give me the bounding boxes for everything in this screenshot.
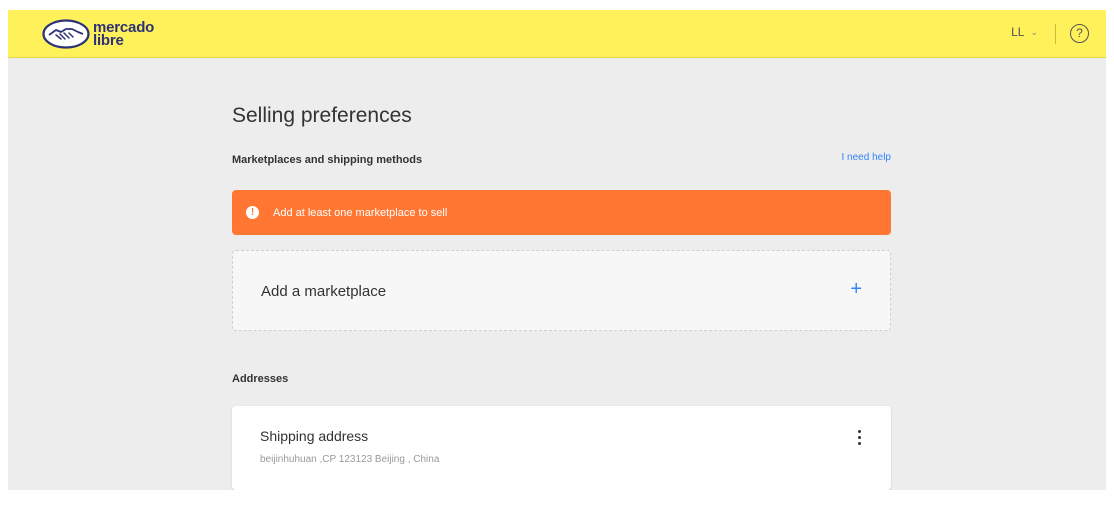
mercadolibre-logo[interactable]: mercado libre	[42, 17, 154, 51]
marketplaces-section-title: Marketplaces and shipping methods	[232, 154, 423, 166]
handshake-logo-icon	[42, 19, 90, 49]
header-bar: mercado libre LL ⌄ ?	[8, 10, 1106, 58]
add-marketplace-label: Add a marketplace	[261, 283, 387, 300]
header-divider	[1055, 24, 1056, 44]
help-circle-icon[interactable]: ?	[1070, 24, 1089, 43]
page-title: Selling preferences	[232, 104, 412, 127]
addresses-section-title: Addresses	[232, 373, 289, 385]
alert-banner: ! Add at least one marketplace to sell	[232, 190, 891, 235]
shipping-address-card[interactable]: Shipping address beijinhuhuan ,CP 123123…	[232, 406, 891, 490]
logo-text: mercado libre	[93, 20, 154, 48]
shipping-address-detail: beijinhuhuan ,CP 123123 Beijing , China	[260, 454, 440, 465]
plus-icon[interactable]: +	[850, 279, 862, 299]
add-marketplace-card[interactable]: Add a marketplace +	[232, 250, 891, 331]
user-menu[interactable]: LL ⌄	[1011, 25, 1038, 39]
alert-text: Add at least one marketplace to sell	[273, 206, 448, 219]
need-help-link[interactable]: I need help	[842, 152, 892, 163]
user-initials: LL	[1011, 25, 1025, 39]
kebab-menu-icon[interactable]	[855, 430, 863, 448]
chevron-down-icon: ⌄	[1030, 26, 1038, 37]
shipping-address-title: Shipping address	[260, 428, 369, 444]
app-frame: mercado libre LL ⌄ ? Selling preferences…	[8, 10, 1106, 490]
exclamation-icon: !	[246, 206, 259, 219]
